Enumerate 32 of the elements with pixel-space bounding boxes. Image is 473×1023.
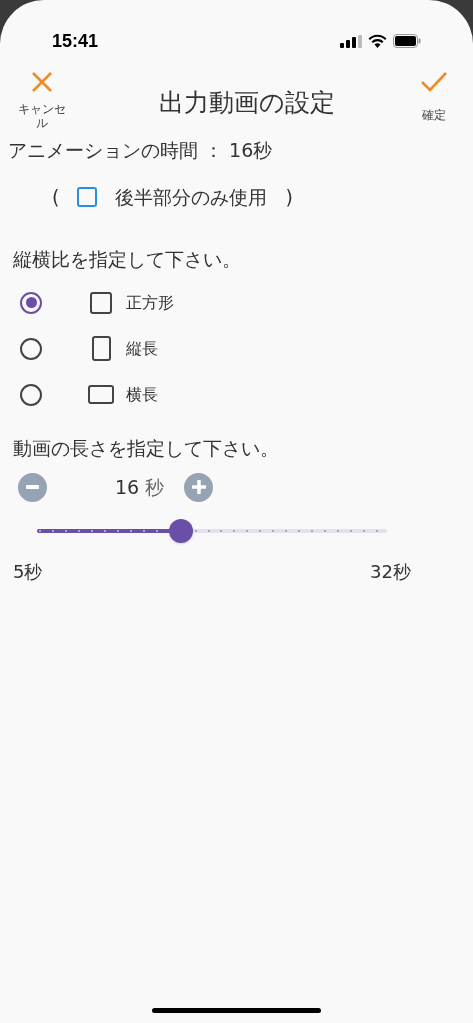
aspect-option-label: 縦長 bbox=[126, 337, 158, 360]
close-parenthesis: ) bbox=[285, 184, 293, 210]
aspect-option-label: 横長 bbox=[126, 383, 158, 406]
check-icon bbox=[419, 70, 449, 94]
length-prompt: 動画の長さを指定して下さい。 bbox=[12, 435, 280, 461]
open-parenthesis: ( bbox=[52, 184, 60, 210]
portrait-shape-icon bbox=[91, 336, 111, 361]
page-title: 出力動画の設定 bbox=[158, 87, 335, 119]
slider-min-label: 5秒 bbox=[13, 560, 43, 584]
status-time: 15:41 bbox=[52, 29, 99, 53]
second-half-checkbox[interactable]: 後半部分のみ使用 bbox=[77, 182, 268, 211]
aspect-option-label: 正方形 bbox=[126, 291, 174, 314]
radio-button[interactable] bbox=[20, 383, 42, 406]
landscape-shape-icon bbox=[88, 385, 114, 404]
wifi-icon bbox=[368, 34, 387, 48]
close-icon bbox=[30, 70, 54, 94]
battery-icon bbox=[393, 34, 421, 48]
minus-button[interactable] bbox=[18, 472, 47, 502]
slider-max-label: 32秒 bbox=[370, 560, 411, 584]
minus-icon bbox=[26, 485, 39, 489]
animation-time-text: アニメーションの時間 ： 16秒 bbox=[7, 138, 274, 163]
square-shape-icon bbox=[90, 291, 112, 314]
plus-button[interactable] bbox=[184, 472, 214, 502]
radio-button[interactable] bbox=[20, 291, 42, 314]
plus-icon bbox=[191, 480, 206, 494]
cancel-button[interactable]: キャンセル bbox=[10, 70, 74, 130]
aspect-prompt: 縦横比を指定して下さい。 bbox=[12, 247, 242, 272]
confirm-button[interactable]: 確定 bbox=[419, 70, 449, 124]
length-unit: 秒 bbox=[145, 474, 165, 500]
length-value: 16 bbox=[115, 474, 140, 500]
signal-icon bbox=[340, 34, 362, 48]
radio-button[interactable] bbox=[20, 337, 42, 360]
